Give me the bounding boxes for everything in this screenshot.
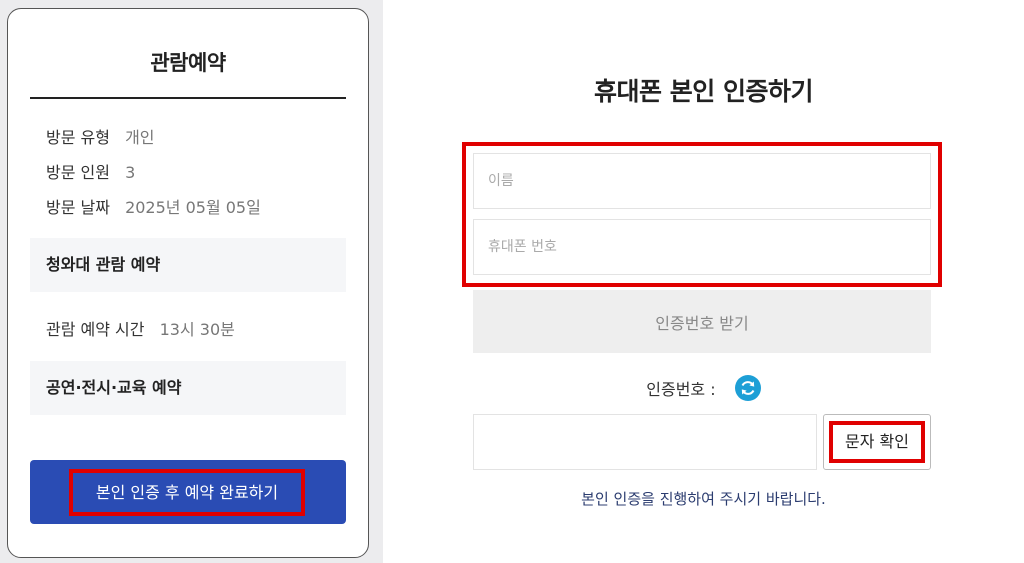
title-divider <box>30 97 346 99</box>
visit-type-value: 개인 <box>125 128 155 147</box>
complete-reservation-button[interactable]: 본인 인증 후 예약 완료하기 <box>30 460 346 524</box>
sms-confirm-button[interactable]: 문자 확인 <box>823 414 931 470</box>
visit-count-value: 3 <box>125 163 136 182</box>
tour-time-value: 13시 30분 <box>159 320 235 339</box>
visit-count-row: 방문 인원 3 <box>46 159 135 183</box>
phone-verification-panel: 휴대폰 본인 인증하기 인증번호 받기 인증번호 : 문자 확인 본인 인증을 … <box>383 0 1024 563</box>
code-label: 인증번호 : <box>646 380 716 399</box>
refresh-icon[interactable] <box>734 375 761 401</box>
verification-title: 휴대폰 본인 인증하기 <box>594 77 813 106</box>
visit-date-value: 2025년 05월 05일 <box>125 198 261 217</box>
visit-type-row: 방문 유형 개인 <box>46 124 155 148</box>
get-code-button[interactable]: 인증번호 받기 <box>473 290 931 353</box>
visit-type-label: 방문 유형 <box>46 128 110 147</box>
name-input[interactable] <box>473 153 931 209</box>
verification-notice: 본인 인증을 진행하여 주시기 바랍니다. <box>581 490 826 508</box>
complete-reservation-label: 본인 인증 후 예약 완료하기 <box>69 469 305 516</box>
section-event-reservation: 공연·전시·교육 예약 <box>30 361 346 415</box>
reservation-title: 관람예약 <box>150 51 226 75</box>
tour-time-label: 관람 예약 시간 <box>46 320 145 339</box>
tour-time-row: 관람 예약 시간 13시 30분 <box>46 316 235 340</box>
reservation-panel: 관람예약 방문 유형 개인 방문 인원 3 방문 날짜 2025년 05월 05… <box>7 8 369 558</box>
phone-input[interactable] <box>473 219 931 275</box>
visit-count-label: 방문 인원 <box>46 163 110 182</box>
visit-date-label: 방문 날짜 <box>46 198 110 217</box>
sms-confirm-label: 문자 확인 <box>829 421 925 463</box>
code-row: 인증번호 : <box>383 375 1024 403</box>
visit-date-row: 방문 날짜 2025년 05월 05일 <box>46 194 261 218</box>
verification-code-input[interactable] <box>473 414 817 470</box>
section-tour-reservation: 청와대 관람 예약 <box>30 238 346 292</box>
